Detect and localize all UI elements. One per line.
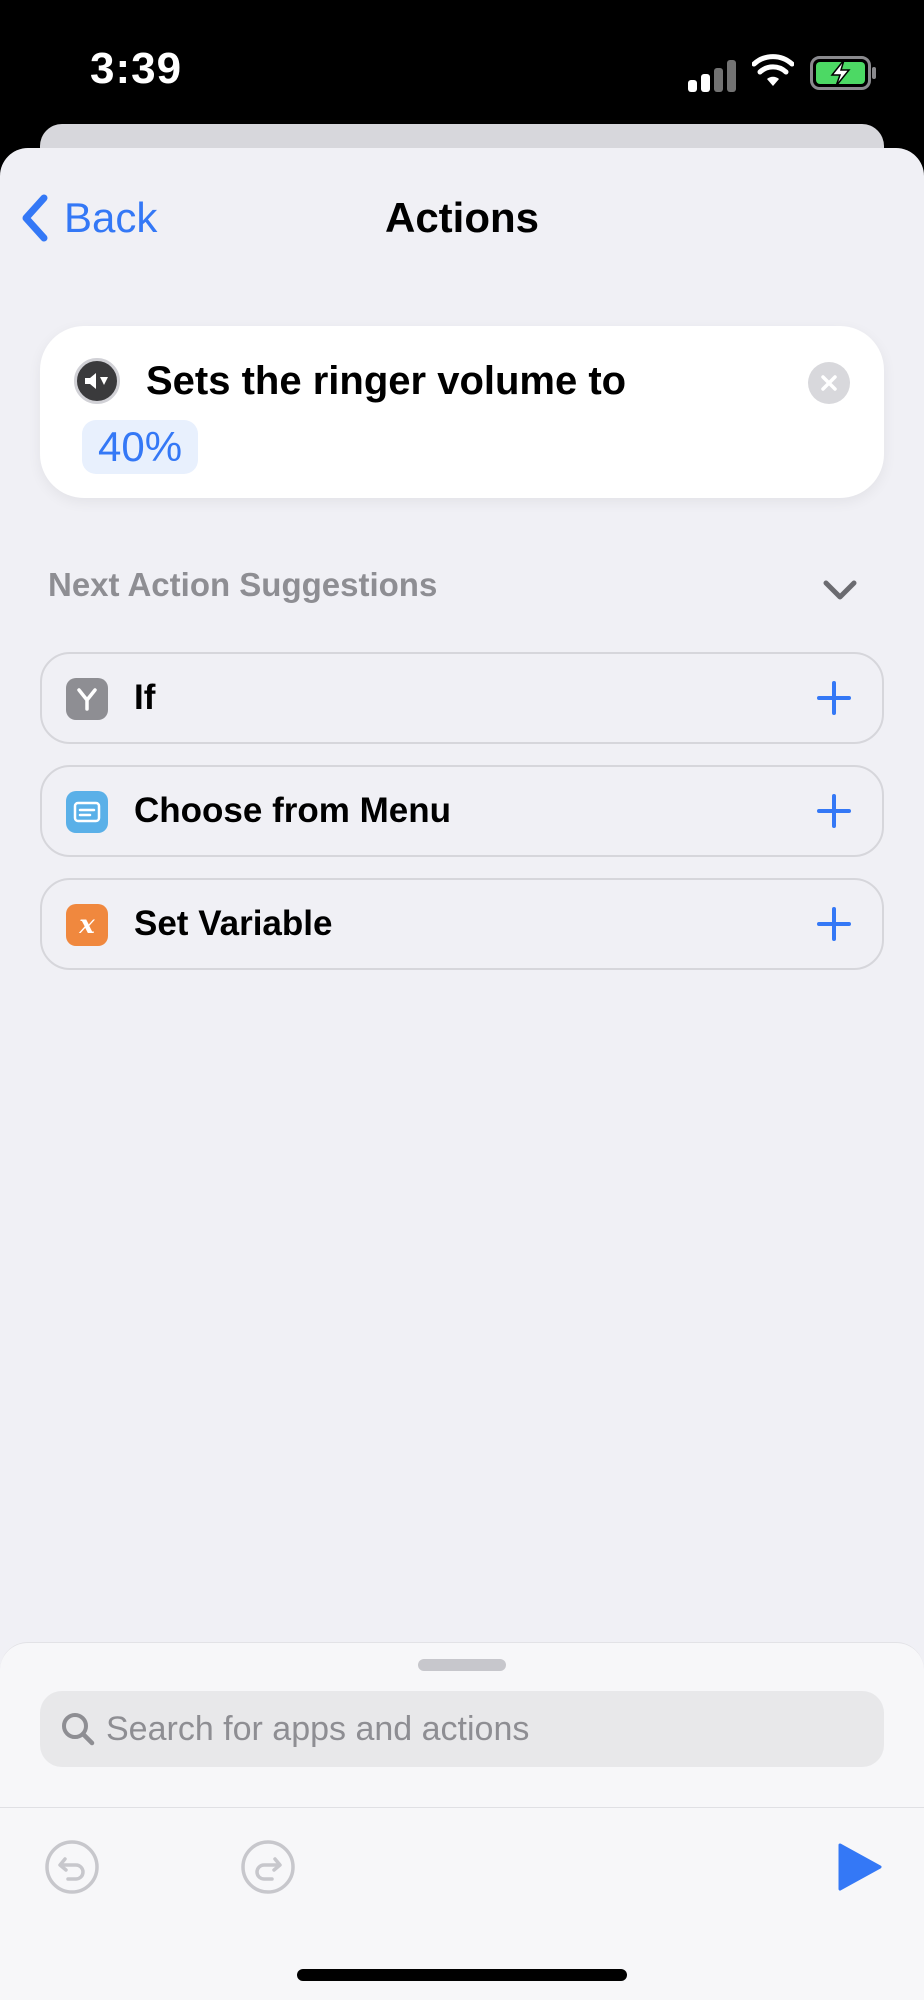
suggestion-label: Choose from Menu [134,791,451,830]
toolbar-divider [0,1807,924,1808]
speaker-volume-icon [74,358,120,404]
chevron-left-icon [22,194,48,242]
search-placeholder: Search for apps and actions [106,1710,530,1748]
remove-action-button[interactable] [808,362,850,404]
suggestion-label: If [134,678,156,717]
suggestion-set-variable[interactable]: x Set Variable [40,878,884,970]
back-button[interactable]: Back [20,188,157,248]
action-card[interactable]: Sets the ringer volume to 40% [40,326,884,498]
if-branch-icon [66,678,108,720]
action-description: Sets the ringer volume to [146,359,627,403]
search-input[interactable]: Search for apps and actions [40,1691,884,1767]
drag-handle[interactable] [418,1659,506,1671]
close-icon [821,375,837,391]
run-play-icon[interactable] [834,1839,884,1895]
redo-icon[interactable] [240,1839,296,1895]
suggestion-choose-from-menu[interactable]: Choose from Menu [40,765,884,857]
chevron-down-icon[interactable] [820,570,860,610]
suggestions-header: Next Action Suggestions [48,566,438,603]
menu-icon [66,791,108,833]
plus-icon[interactable] [814,904,854,944]
cellular-signal-icon [688,58,738,92]
status-time: 3:39 [90,44,183,93]
battery-charging-icon [810,56,876,90]
back-label: Back [64,194,158,241]
undo-icon[interactable] [44,1839,100,1895]
plus-icon[interactable] [814,678,854,718]
suggestion-if[interactable]: If [40,652,884,744]
plus-icon[interactable] [814,791,854,831]
wifi-icon [752,54,794,86]
status-bar: 3:39 [0,0,924,140]
home-indicator [297,1969,627,1981]
volume-value-token[interactable]: 40% [82,420,199,474]
action-search-panel: Search for apps and actions [0,1642,924,2000]
suggestion-label: Set Variable [134,904,333,943]
variable-icon: x [66,904,108,946]
search-icon [62,1713,95,1746]
